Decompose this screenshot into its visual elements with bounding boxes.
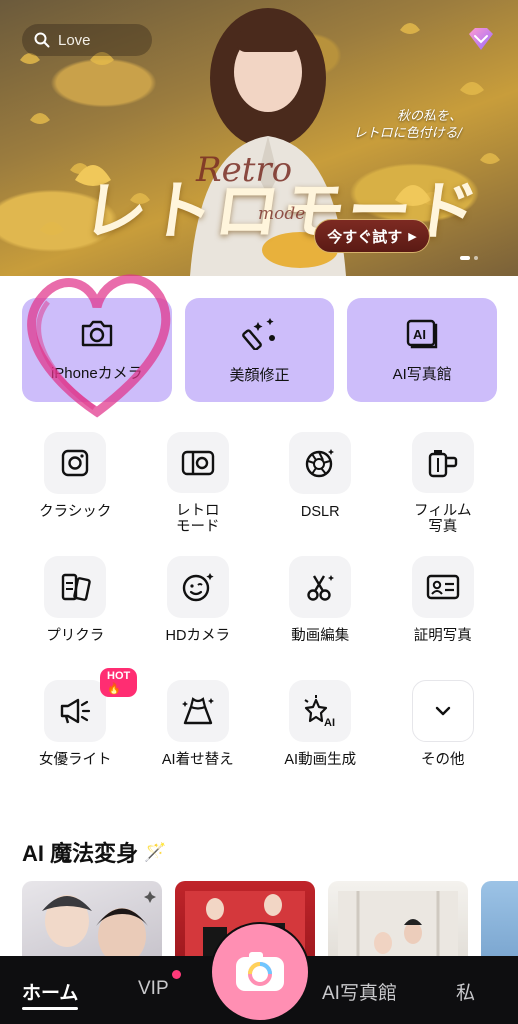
primary-actions: iPhoneカメラ 美顔修正 AI AI写真館 [22, 298, 498, 402]
smiley-sparkle-icon [182, 573, 214, 602]
tool-retro-mode[interactable]: レトロ モード [137, 432, 260, 535]
tool-label: 証明写真 [413, 628, 472, 644]
hero-subtitle-line2: レトロに色付ける/ [353, 126, 462, 141]
tool-label: 動画編集 [291, 628, 350, 644]
iphone-camera-button[interactable]: iPhoneカメラ [22, 298, 172, 402]
tool-label: クラシック [39, 504, 112, 520]
portrait-thumbnail [338, 891, 458, 961]
tool-id-photo[interactable]: 証明写真 [382, 556, 505, 659]
tool-label: AI着せ替え [161, 752, 234, 768]
tool-icon-box [44, 680, 107, 742]
nav-home[interactable]: ホーム [22, 978, 78, 1005]
hero-subtitle-line1: 秋の私を、 [396, 109, 462, 124]
tool-label: 女優ライト [39, 752, 112, 768]
tool-icon-box [44, 432, 107, 494]
tool-ai-video[interactable]: AI AI動画生成 [259, 680, 382, 783]
tool-icon-box [166, 680, 229, 742]
film-roll-icon [428, 449, 457, 477]
camera-app-icon [236, 952, 284, 991]
spotlight-icon [61, 698, 91, 724]
tool-grid: クラシック レトロ モード DSLR フィルム 写真 プリクラ HDカメラ 動画… [14, 432, 504, 783]
tool-label: DSLR [300, 504, 340, 520]
tool-icon-box [289, 432, 352, 494]
magic-wand-icon [241, 317, 275, 350]
beauty-retouch-button[interactable]: 美顔修正 [184, 298, 335, 402]
tool-actress-light[interactable]: HOT🔥 女優ライト [14, 668, 138, 783]
tool-icon-box [411, 680, 474, 742]
tool-label: レトロ モード [176, 503, 220, 535]
ai-magic-card[interactable] [22, 881, 162, 961]
iphone-camera-label: iPhoneカメラ [50, 364, 143, 382]
instant-camera-icon [62, 449, 89, 477]
hero-subtitle: 秋の私を、 レトロに色付ける/ [354, 108, 462, 142]
svg-text:AI: AI [324, 717, 335, 728]
tool-icon-box: AI [289, 680, 352, 742]
dress-icon [181, 697, 214, 725]
beauty-retouch-label: 美顔修正 [229, 366, 290, 384]
tool-label: プリクラ [46, 628, 105, 644]
tool-icon-box [411, 432, 474, 493]
tool-dslr[interactable]: DSLR [259, 432, 382, 535]
tool-icon-box [166, 432, 229, 493]
tool-label: HDカメラ [165, 628, 230, 644]
carousel-dot-active [460, 256, 470, 260]
tool-video-edit[interactable]: 動画編集 [259, 556, 382, 659]
nav-vip[interactable]: VIP [138, 978, 169, 1000]
ai-magic-card[interactable] [328, 881, 468, 961]
ai-photo-studio-label: AI写真館 [392, 365, 452, 383]
nav-me[interactable]: 私 [456, 978, 475, 1005]
chevron-down-icon [435, 706, 450, 716]
tool-icon-box [289, 556, 352, 618]
aperture-icon [306, 449, 335, 478]
magic-wand-emoji: 🪄 [144, 841, 167, 862]
vip-gem-icon[interactable] [466, 26, 496, 52]
retro-camera-icon [181, 450, 214, 475]
tool-more[interactable]: その他 [382, 680, 505, 783]
portrait-thumbnail [42, 891, 156, 961]
carousel-dot [474, 256, 478, 260]
tool-label: フィルム 写真 [414, 503, 472, 535]
scissors-icon [307, 575, 335, 601]
tool-film-photo[interactable]: フィルム 写真 [382, 432, 505, 535]
tool-icon-box [166, 556, 229, 618]
ai-photo-icon: AI [406, 319, 438, 348]
tool-label: AI動画生成 [284, 752, 357, 768]
section-title-ai-magic: AI 魔法変身 🪄 [22, 836, 167, 868]
hero-banner[interactable]: Love 秋の私を、 レトロに色付ける/ Retro レトロモード mode 今… [0, 0, 518, 276]
tool-hd-camera[interactable]: HDカメラ [137, 556, 260, 659]
tool-ai-outfit[interactable]: AI着せ替え [137, 680, 260, 783]
try-now-button[interactable]: 今すぐ試す ▶ [314, 219, 430, 253]
tool-icon-box [44, 556, 107, 618]
try-now-label: 今すぐ試す [327, 228, 403, 246]
hot-badge: HOT🔥 [100, 668, 138, 697]
photo-cards-icon [62, 573, 92, 601]
search-icon [34, 32, 50, 48]
ai-photo-studio-button[interactable]: AI AI写真館 [347, 298, 498, 402]
svg-text:AI: AI [413, 327, 426, 342]
tool-icon-box [411, 556, 474, 618]
tool-classic[interactable]: クラシック [14, 432, 137, 535]
tool-label: その他 [421, 752, 465, 768]
ai-star-icon: AI [304, 695, 335, 728]
search-bar[interactable]: Love [22, 24, 152, 56]
carousel-indicator [460, 256, 478, 260]
camera-capture-button[interactable] [212, 924, 308, 1020]
nav-active-underline [22, 1007, 78, 1010]
search-placeholder: Love [58, 31, 91, 49]
hero-title-mode: mode [258, 204, 306, 224]
nav-ai-studio[interactable]: AI写真館 [322, 978, 397, 1005]
camera-icon [81, 320, 113, 346]
ai-magic-card[interactable] [481, 881, 518, 961]
id-card-icon [426, 574, 459, 600]
vip-notification-dot [172, 970, 181, 979]
tool-purikura[interactable]: プリクラ [14, 556, 137, 659]
section-title-text: AI 魔法変身 [22, 841, 139, 866]
play-arrow-icon: ▶ [408, 230, 417, 243]
